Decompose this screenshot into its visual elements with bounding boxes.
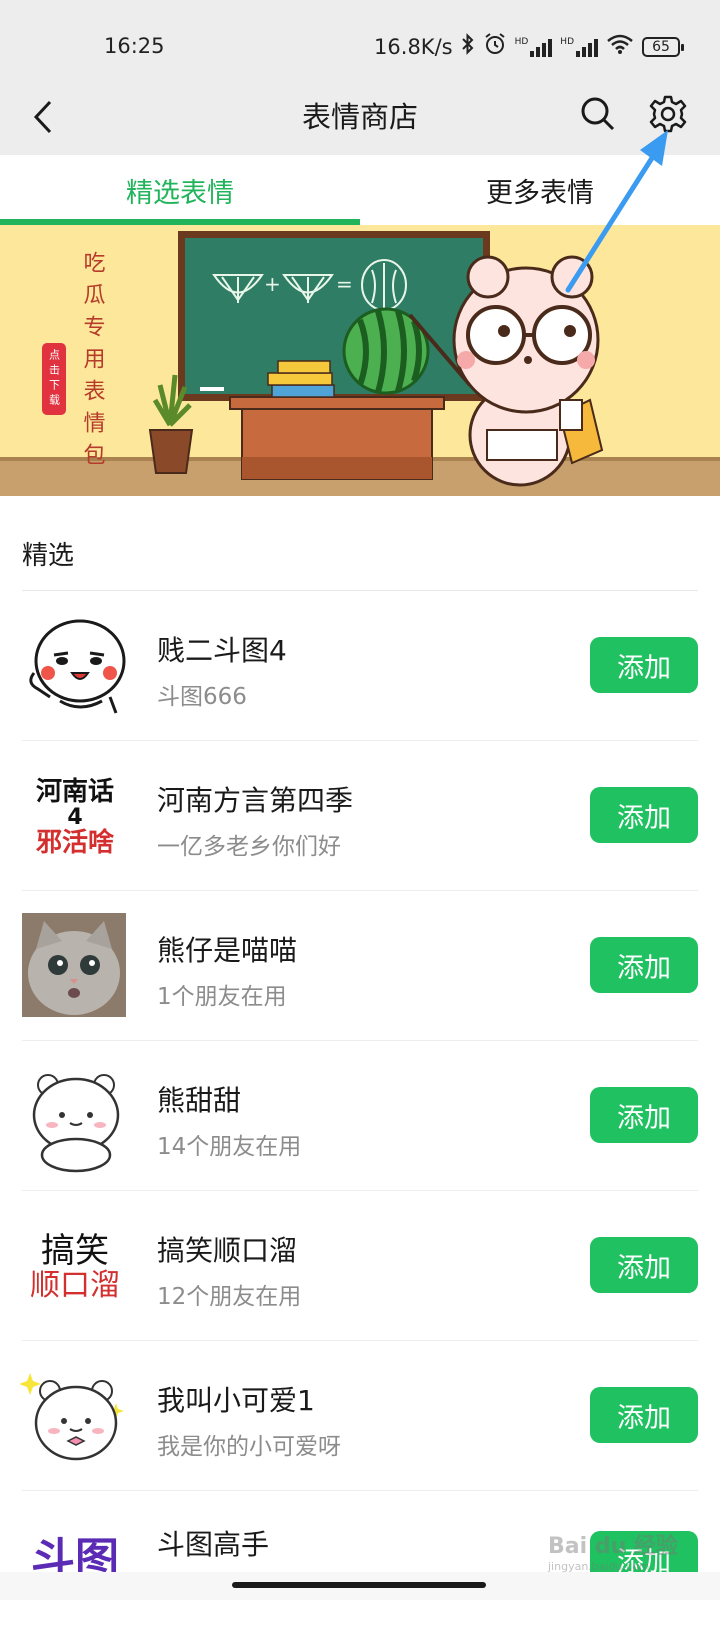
- status-right: 16.8K/s HD HD 65: [374, 32, 684, 61]
- sticker-subtitle: 一亿多老乡你们好: [157, 834, 341, 860]
- sticker-list: 贱二斗图4 斗图666 添加 河南话 4 邪活啥 河南方言第四季 一亿多老乡你们…: [0, 591, 720, 1641]
- list-item[interactable]: 贱二斗图4 斗图666 添加: [0, 591, 720, 741]
- wifi-icon: [606, 33, 634, 60]
- section-title: 精选: [22, 541, 75, 571]
- sticker-name: 熊甜甜: [157, 1084, 242, 1117]
- add-button[interactable]: 添加: [590, 1087, 698, 1143]
- sticker-name: 搞笑顺口溜: [157, 1234, 298, 1267]
- battery-icon: 65: [642, 36, 684, 57]
- banner-vertical-text: 吃瓜专用表情包: [80, 251, 106, 475]
- alarm-icon: [483, 32, 507, 61]
- add-button[interactable]: 添加: [590, 787, 698, 843]
- banner-illustration: 吃瓜专用表情包 点击下载 + =: [0, 225, 720, 496]
- svg-text:+: +: [264, 272, 281, 296]
- thumbnail-text: 搞笑 顺口溜: [30, 1231, 120, 1304]
- list-item[interactable]: 河南话 4 邪活啥 河南方言第四季 一亿多老乡你们好 添加: [0, 741, 720, 891]
- network-speed: 16.8K/s: [374, 34, 453, 59]
- list-item[interactable]: 我叫小可爱1 我是你的小可爱呀 添加: [0, 1341, 720, 1491]
- sticker-name: 斗图高手: [157, 1528, 270, 1561]
- sticker-name: 我叫小可爱1: [157, 1384, 315, 1417]
- promo-banner[interactable]: 吃瓜专用表情包 点击下载 + =: [0, 225, 720, 496]
- sticker-subtitle: 斗图666: [157, 684, 247, 710]
- bluetooth-icon: [461, 33, 475, 60]
- sticker-subtitle: 14个朋友在用: [157, 1134, 302, 1160]
- tab-bar: 精选表情 更多表情: [0, 155, 720, 225]
- home-indicator[interactable]: [232, 1582, 486, 1588]
- signal-icon: HD: [515, 37, 553, 57]
- thumbnail-text: 河南话 4 邪活啥: [35, 777, 114, 858]
- settings-button[interactable]: [644, 90, 692, 138]
- add-button[interactable]: 添加: [590, 1387, 698, 1443]
- svg-text:=: =: [336, 272, 353, 296]
- list-item[interactable]: 搞笑 顺口溜 搞笑顺口溜 12个朋友在用 添加: [0, 1191, 720, 1341]
- title-bar: 表情商店: [0, 80, 720, 155]
- sticker-thumbnail: [20, 1063, 130, 1173]
- sticker-thumbnail: 搞笑 顺口溜: [20, 1213, 130, 1323]
- sticker-thumbnail: [22, 913, 126, 1017]
- search-icon: [581, 97, 615, 131]
- search-button[interactable]: [574, 90, 622, 138]
- sticker-subtitle: 12个朋友在用: [157, 1284, 302, 1310]
- list-item[interactable]: 熊仔是喵喵 1个朋友在用 添加: [0, 891, 720, 1041]
- sticker-thumbnail: [20, 613, 130, 723]
- gear-icon: [649, 95, 687, 133]
- signal-icon: HD: [560, 37, 598, 57]
- tab-more[interactable]: 更多表情: [360, 155, 720, 225]
- list-item[interactable]: 熊甜甜 14个朋友在用 添加: [0, 1041, 720, 1191]
- sticker-subtitle: 1个朋友在用: [157, 984, 287, 1010]
- watermark: Bai du 经验 jingyan.baidu.com: [548, 1534, 678, 1573]
- add-button[interactable]: 添加: [590, 637, 698, 693]
- banner-tag: 点击下载: [48, 349, 61, 409]
- sticker-subtitle: 我是你的小可爱呀: [157, 1434, 341, 1460]
- sticker-thumbnail: 河南话 4 邪活啥: [20, 763, 130, 873]
- sticker-name: 熊仔是喵喵: [157, 934, 298, 967]
- header-area: 16:25 16.8K/s HD HD 65 表情商店: [0, 0, 720, 155]
- add-button[interactable]: 添加: [590, 1237, 698, 1293]
- tab-featured[interactable]: 精选表情: [0, 155, 360, 225]
- sticker-name: 贱二斗图4: [157, 634, 287, 667]
- status-time: 16:25: [104, 34, 165, 58]
- sticker-name: 河南方言第四季: [157, 784, 354, 817]
- add-button[interactable]: 添加: [590, 937, 698, 993]
- sticker-thumbnail: [20, 1363, 130, 1473]
